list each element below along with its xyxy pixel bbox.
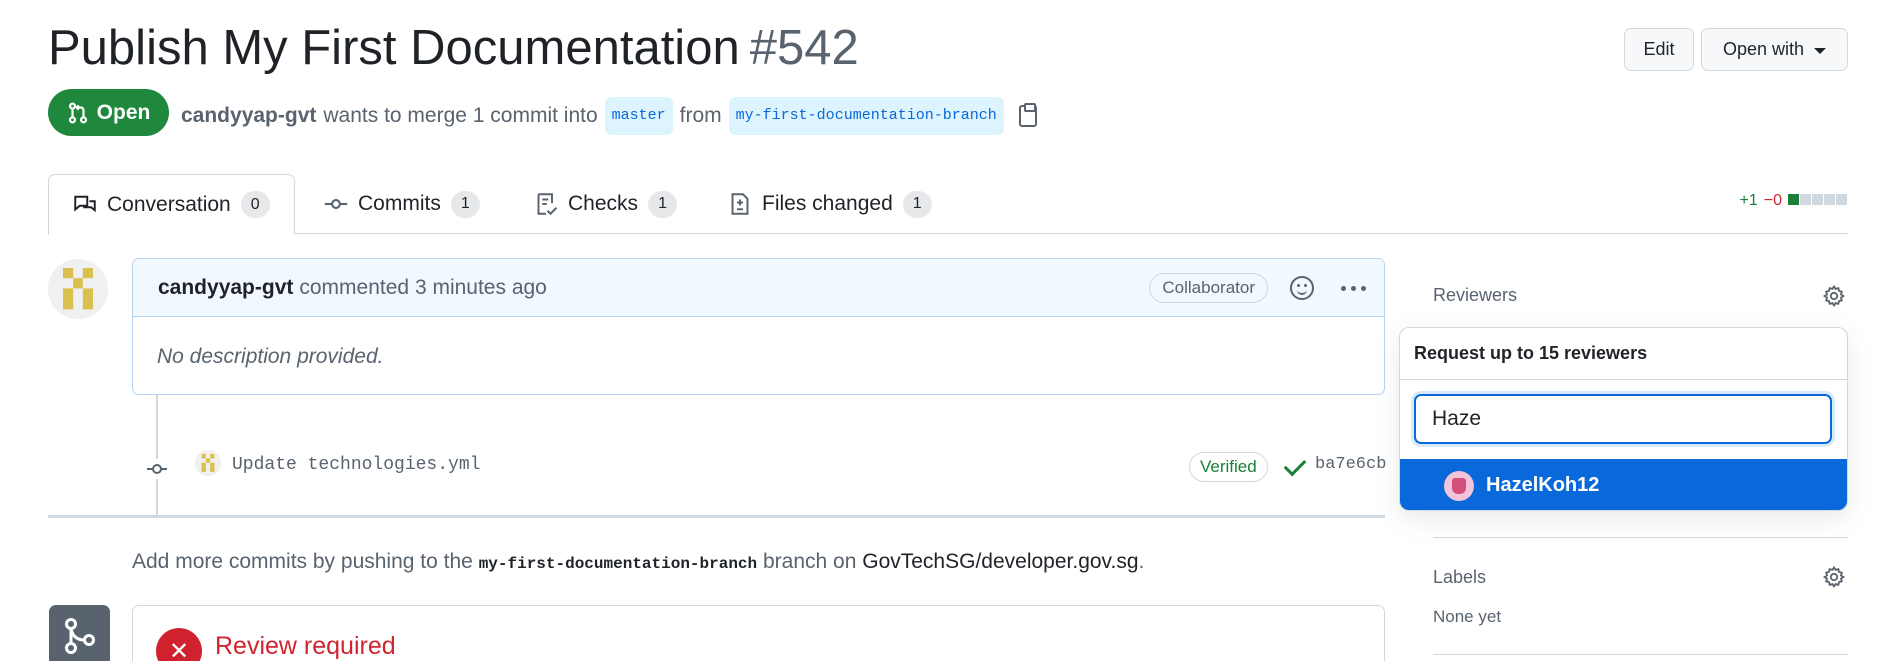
timeline-divider (48, 515, 1385, 518)
labels-value: None yet (1433, 607, 1502, 626)
checklist-icon (537, 193, 558, 216)
pr-meta: candyyap-gvt wants to merge 1 commit int… (181, 97, 1037, 135)
tab-files-changed-count: 1 (902, 190, 932, 218)
comment-body: No description provided. (157, 345, 384, 368)
reviewer-search-value: Haze (1432, 407, 1482, 430)
tab-checks[interactable]: Checks 1 (534, 174, 678, 234)
pr-tabs: Conversation 0 Commits 1 Checks 1 Files … (48, 174, 1848, 235)
comment-time[interactable]: 3 minutes ago (415, 276, 547, 300)
diffstat-removed: −0 (1763, 192, 1782, 209)
tab-files-changed-label: Files changed (762, 192, 893, 215)
open-with-label: Open with (1722, 39, 1805, 59)
avatar (1444, 470, 1474, 501)
pr-number: #542 (749, 21, 859, 75)
edit-button-label: Edit (1643, 39, 1675, 59)
git-commit-icon (147, 459, 167, 479)
pull-request-icon (68, 102, 87, 123)
gear-icon[interactable] (1822, 565, 1846, 589)
diffstat-added: +1 (1739, 192, 1758, 209)
push-note: Add more commits by pushing to the my-fi… (132, 550, 1144, 574)
file-diff-icon (731, 193, 749, 215)
popover-title: Request up to 15 reviewers (1400, 328, 1847, 380)
open-with-button[interactable]: Open with (1701, 28, 1848, 71)
commit-message-link[interactable]: Update technologies.yml (232, 455, 480, 475)
comment-action: commented (299, 275, 410, 299)
diffstat-bar (1788, 192, 1848, 210)
tab-commits[interactable]: Commits 1 (324, 174, 480, 234)
pr-author-link[interactable]: candyyap-gvt (181, 101, 316, 131)
pr-title-text: Publish My First Documentation (48, 21, 740, 75)
tab-commits-label: Commits (358, 192, 441, 215)
smiley-reaction-icon[interactable] (1290, 276, 1314, 300)
push-note-middle: branch on (762, 550, 857, 573)
tab-checks-label: Checks (568, 192, 639, 215)
commit-author-avatar[interactable] (195, 450, 221, 476)
copy-clipboard-icon[interactable] (1018, 103, 1037, 127)
commit-sha-link[interactable]: ba7e6cb (1315, 455, 1386, 474)
merge-summary: wants to merge 1 commit into (323, 104, 598, 127)
reviewer-suggestion-name: HazelKoh12 (1486, 474, 1600, 496)
tab-conversation[interactable]: Conversation 0 (48, 174, 295, 235)
git-commit-icon (324, 199, 348, 209)
comment-discussion-icon (74, 195, 96, 212)
comment-author[interactable]: candyyap-gvt (158, 276, 293, 300)
from-word: from (679, 104, 722, 127)
comment-card: candyyap-gvt commented 3 minutes ago Col… (132, 258, 1385, 395)
gear-icon[interactable] (1822, 284, 1846, 308)
git-merge-icon (49, 605, 110, 661)
pr-title: Publish My First Documentation #542 (48, 18, 859, 78)
push-note-prefix: Add more commits by pushing to the (132, 550, 473, 573)
review-required-title: Review required (215, 632, 396, 660)
check-icon[interactable] (1283, 453, 1307, 477)
state-label: Open (96, 100, 151, 124)
push-note-branch: my-first-documentation-branch (478, 555, 758, 573)
edit-button[interactable]: Edit (1624, 28, 1694, 71)
reviewer-request-popover: Request up to 15 reviewers Haze HazelKoh… (1399, 327, 1848, 511)
identicon-avatar (48, 259, 108, 319)
push-note-suffix: . (1138, 550, 1145, 573)
verified-badge[interactable]: Verified (1189, 452, 1268, 482)
reviewer-search-input[interactable]: Haze (1414, 394, 1832, 444)
tab-files-changed[interactable]: Files changed 1 (728, 174, 932, 234)
caret-down-icon (1814, 47, 1827, 54)
state-badge: Open (48, 89, 169, 136)
avatar[interactable] (48, 259, 108, 319)
reviewers-heading[interactable]: Reviewers (1433, 285, 1517, 306)
collaborator-badge: Collaborator (1149, 273, 1268, 303)
diffstat[interactable]: +1 −0 (1740, 192, 1849, 210)
base-branch[interactable]: master (604, 97, 673, 135)
reviewer-suggestion-item[interactable]: HazelKoh12 (1400, 459, 1847, 510)
repo-link[interactable]: GovTechSG/developer.gov.sg (862, 550, 1138, 573)
head-branch[interactable]: my-first-documentation-branch (728, 97, 1004, 135)
sidebar-divider (1433, 537, 1848, 538)
timeline-line (156, 395, 158, 515)
tab-conversation-count: 0 (240, 191, 270, 218)
sidebar-divider (1433, 654, 1848, 655)
tab-checks-count: 1 (648, 190, 678, 218)
tab-conversation-label: Conversation (107, 192, 231, 216)
identicon-avatar (195, 450, 221, 476)
tab-commits-count: 1 (450, 190, 480, 218)
labels-heading[interactable]: Labels (1433, 567, 1486, 588)
kebab-menu-icon[interactable] (1351, 286, 1356, 291)
